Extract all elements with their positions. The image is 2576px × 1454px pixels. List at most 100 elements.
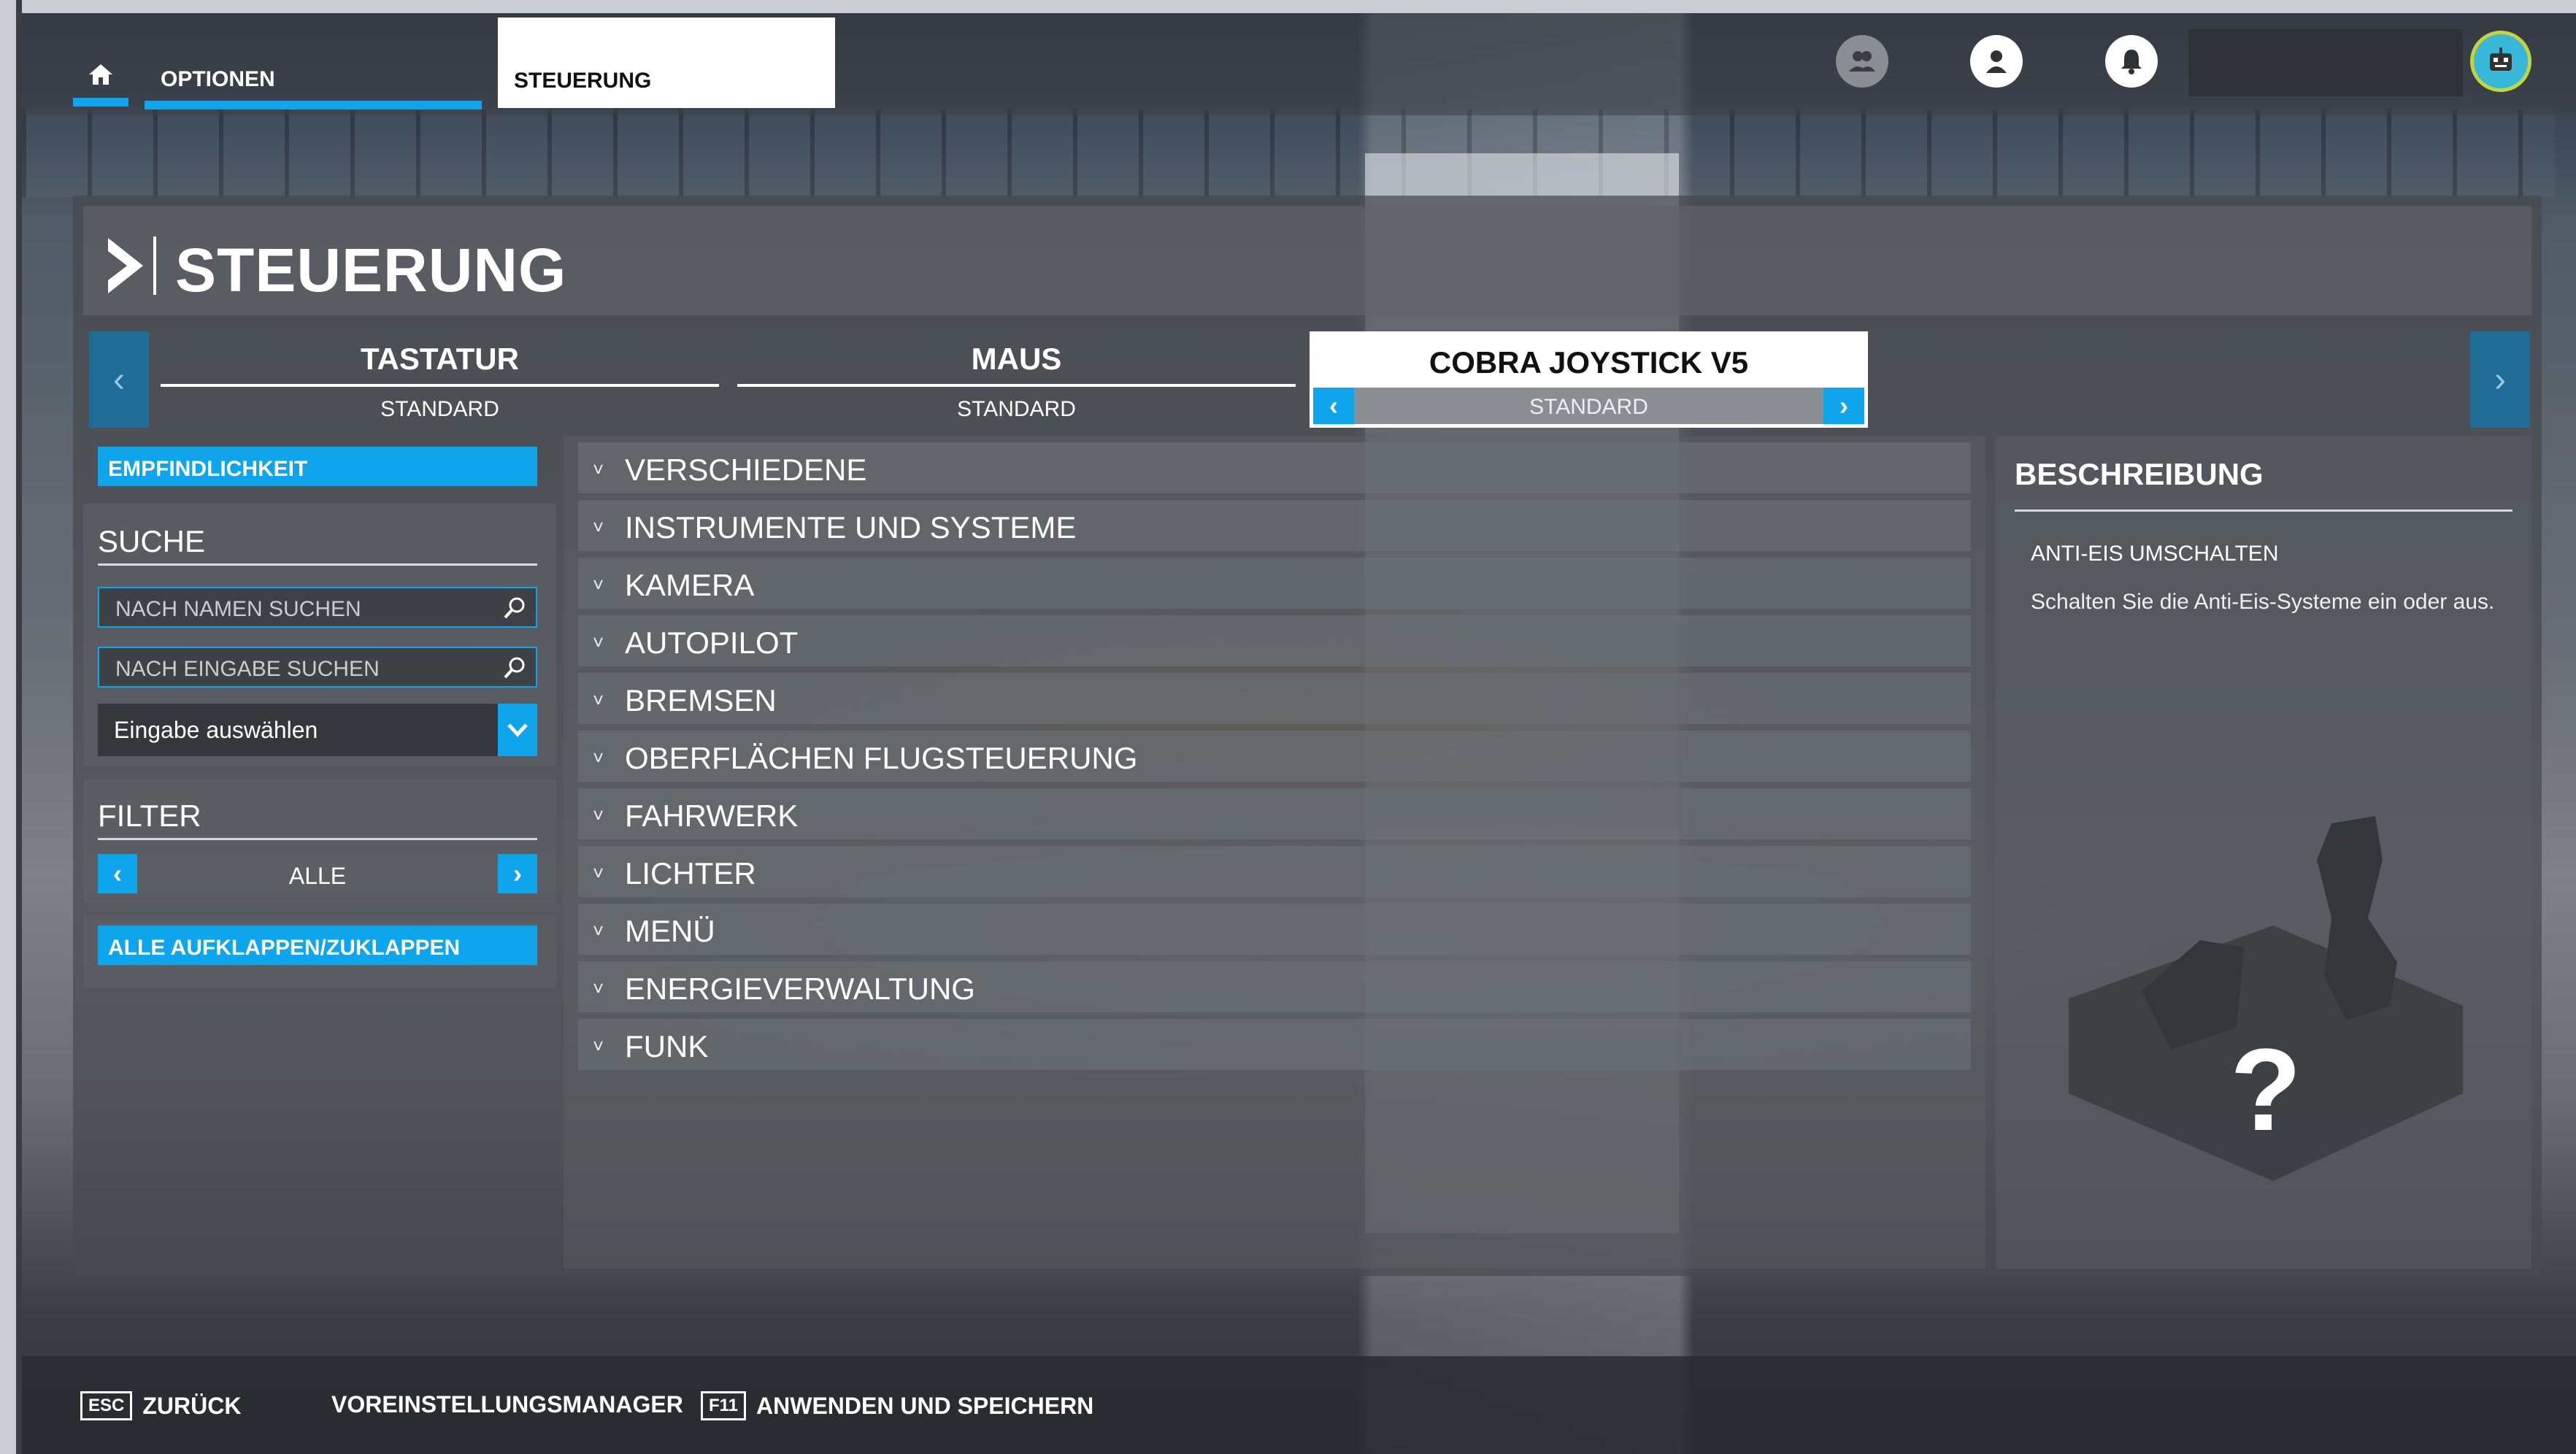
- title-row: STEUERUNG: [83, 206, 2531, 315]
- bottom-bar: ESC ZURÜCK VOREINSTELLUNGSMANAGER F11 AN…: [22, 1356, 2576, 1454]
- dropdown-button[interactable]: [498, 704, 537, 756]
- title-separator: [153, 236, 156, 295]
- avatar-robot-icon: [2490, 47, 2512, 71]
- chevron-down-icon: ˅: [593, 631, 604, 653]
- device-tab-joystick[interactable]: COBRA JOYSTICK V5 STANDARD ‹ ›: [1310, 331, 1868, 428]
- left-column: EMPFINDLICHKEIT SUCHE NACH NAMEN SUCHEN …: [83, 436, 556, 1269]
- preset-manager-label: VOREINSTELLUNGSMANAGER: [331, 1391, 683, 1418]
- description-heading: ANTI-EIS UMSCHALTEN: [2031, 542, 2279, 566]
- category-label: AUTOPILOT: [625, 626, 799, 660]
- joystick-device-image: ?: [2069, 816, 2463, 1181]
- category-row[interactable]: ˅ VERSCHIEDENE: [578, 442, 1971, 493]
- device-tab-mouse[interactable]: MAUS STANDARD: [737, 331, 1296, 428]
- home-tab-indicator: [73, 98, 128, 107]
- category-label: ENERGIEVERWALTUNG: [625, 972, 975, 1006]
- preset-manager-button[interactable]: VOREINSTELLUNGSMANAGER: [331, 1391, 683, 1418]
- profile-next-button[interactable]: ›: [1823, 388, 1864, 424]
- search-section: SUCHE NACH NAMEN SUCHEN NACH EINGABE SUC…: [83, 504, 556, 766]
- description-divider: [2015, 509, 2512, 512]
- chevron-down-icon: ˅: [593, 862, 604, 884]
- chevron-left-icon: ‹: [113, 858, 122, 888]
- window-frame-left-inner: [16, 0, 22, 1454]
- device-name: COBRA JOYSTICK V5: [1429, 345, 1749, 380]
- category-row[interactable]: ˅ MENÜ: [578, 904, 1971, 955]
- notification-button[interactable]: [2105, 35, 2158, 88]
- filter-title: FILTER: [98, 799, 201, 833]
- window-frame-top: [0, 0, 2576, 13]
- chevron-right-icon: [108, 238, 143, 293]
- search-name-placeholder: NACH NAMEN SUCHEN: [115, 597, 361, 621]
- category-row[interactable]: ˅ OBERFLÄCHEN FLUGSTEUERUNG: [578, 731, 1971, 782]
- chevron-down-icon: ˅: [593, 689, 604, 711]
- input-select[interactable]: Eingabe auswählen: [98, 704, 537, 756]
- back-label: ZURÜCK: [142, 1392, 242, 1419]
- filter-next-button[interactable]: ›: [498, 854, 537, 893]
- device-profile: STANDARD: [380, 397, 499, 421]
- category-label: VERSCHIEDENE: [625, 453, 867, 487]
- search-input-input[interactable]: NACH EINGABE SUCHEN: [98, 647, 537, 688]
- filter-value: ALLE: [288, 863, 347, 889]
- filter-prev-button[interactable]: ‹: [98, 854, 137, 893]
- category-row[interactable]: ˅ INSTRUMENTE UND SYSTEME: [578, 500, 1971, 551]
- apply-save-button[interactable]: F11 ANWENDEN UND SPEICHERN: [701, 1391, 1093, 1420]
- description-text: Schalten Sie die Anti-Eis-Systeme ein od…: [2031, 590, 2495, 614]
- search-title: SUCHE: [98, 524, 206, 558]
- category-label: FUNK: [625, 1029, 709, 1063]
- category-label: BREMSEN: [625, 683, 777, 718]
- category-list: ˅ VERSCHIEDENE ˅ INSTRUMENTE UND SYSTEME…: [564, 436, 1985, 1269]
- category-row[interactable]: ˅ ENERGIEVERWALTUNG: [578, 961, 1971, 1012]
- category-label: LICHTER: [625, 856, 756, 891]
- home-icon: [89, 64, 112, 85]
- category-row[interactable]: ˅ FUNK: [578, 1019, 1971, 1070]
- hangar-ceiling: [22, 109, 2555, 197]
- expand-section: ALLE AUFKLAPPEN/ZUKLAPPEN: [83, 915, 556, 988]
- category-label: MENÜ: [625, 914, 715, 948]
- controls-panel: STEUERUNG ‹ TASTATUR STANDARD MAUS STAND…: [73, 196, 2542, 1276]
- search-icon: [504, 657, 525, 679]
- category-row[interactable]: ˅ FAHRWERK: [578, 788, 1971, 839]
- friends-button[interactable]: [1836, 35, 1888, 88]
- chevron-right-icon: ›: [513, 858, 522, 888]
- chevron-down-icon: ˅: [593, 1035, 604, 1057]
- username-box[interactable]: [2188, 29, 2463, 96]
- category-row[interactable]: ˅ BREMSEN: [578, 673, 1971, 724]
- tab-optionen-indicator: [145, 101, 482, 109]
- search-input-placeholder: NACH EINGABE SUCHEN: [115, 657, 380, 681]
- expand-collapse-all-button[interactable]: ALLE AUFKLAPPEN/ZUKLAPPEN: [98, 926, 537, 965]
- sensitivity-button[interactable]: EMPFINDLICHKEIT: [98, 447, 537, 486]
- chevron-down-icon: ˅: [593, 977, 604, 999]
- category-label: KAMERA: [625, 568, 755, 602]
- search-icon: [504, 597, 525, 619]
- tab-steuerung[interactable]: STEUERUNG: [498, 18, 835, 108]
- category-row[interactable]: ˅ AUTOPILOT: [578, 615, 1971, 666]
- page-title: STEUERUNG: [175, 236, 567, 304]
- apply-save-label: ANWENDEN UND SPEICHERN: [756, 1392, 1094, 1419]
- device-tab-keyboard[interactable]: TASTATUR STANDARD: [161, 331, 719, 428]
- back-button[interactable]: ESC ZURÜCK: [80, 1391, 241, 1420]
- device-name: TASTATUR: [361, 342, 519, 376]
- f11-key: F11: [701, 1391, 747, 1420]
- chevron-down-icon: [507, 723, 528, 737]
- device-next-button[interactable]: ›: [2470, 331, 2530, 428]
- device-divider: [161, 384, 719, 387]
- tab-optionen[interactable]: OPTIONEN: [145, 51, 482, 109]
- category-row[interactable]: ˅ KAMERA: [578, 558, 1971, 609]
- notification-icon: [2121, 50, 2142, 74]
- chevron-down-icon: ˅: [593, 516, 604, 538]
- filter-section: FILTER ALLE ‹ ›: [83, 780, 556, 904]
- filter-divider: [98, 838, 537, 840]
- device-tabs: ‹ TASTATUR STANDARD MAUS STANDARD COBRA …: [83, 324, 2531, 428]
- avatar[interactable]: [2470, 31, 2531, 92]
- input-select-value: Eingabe auswählen: [114, 717, 318, 743]
- search-name-input[interactable]: NACH NAMEN SUCHEN: [98, 587, 537, 628]
- category-row[interactable]: ˅ LICHTER: [578, 846, 1971, 897]
- device-prev-button[interactable]: ‹: [89, 331, 149, 428]
- profile-button[interactable]: [1970, 35, 2023, 88]
- chevron-right-icon: ›: [1839, 391, 1848, 420]
- profile-prev-button[interactable]: ‹: [1313, 388, 1354, 424]
- chevron-down-icon: ˅: [593, 804, 604, 826]
- chevron-left-icon: ‹: [113, 360, 125, 399]
- esc-key: ESC: [80, 1391, 133, 1420]
- category-label: INSTRUMENTE UND SYSTEME: [625, 510, 1077, 545]
- description-panel: BESCHREIBUNG ANTI-EIS UMSCHALTEN Schalte…: [1996, 436, 2531, 1269]
